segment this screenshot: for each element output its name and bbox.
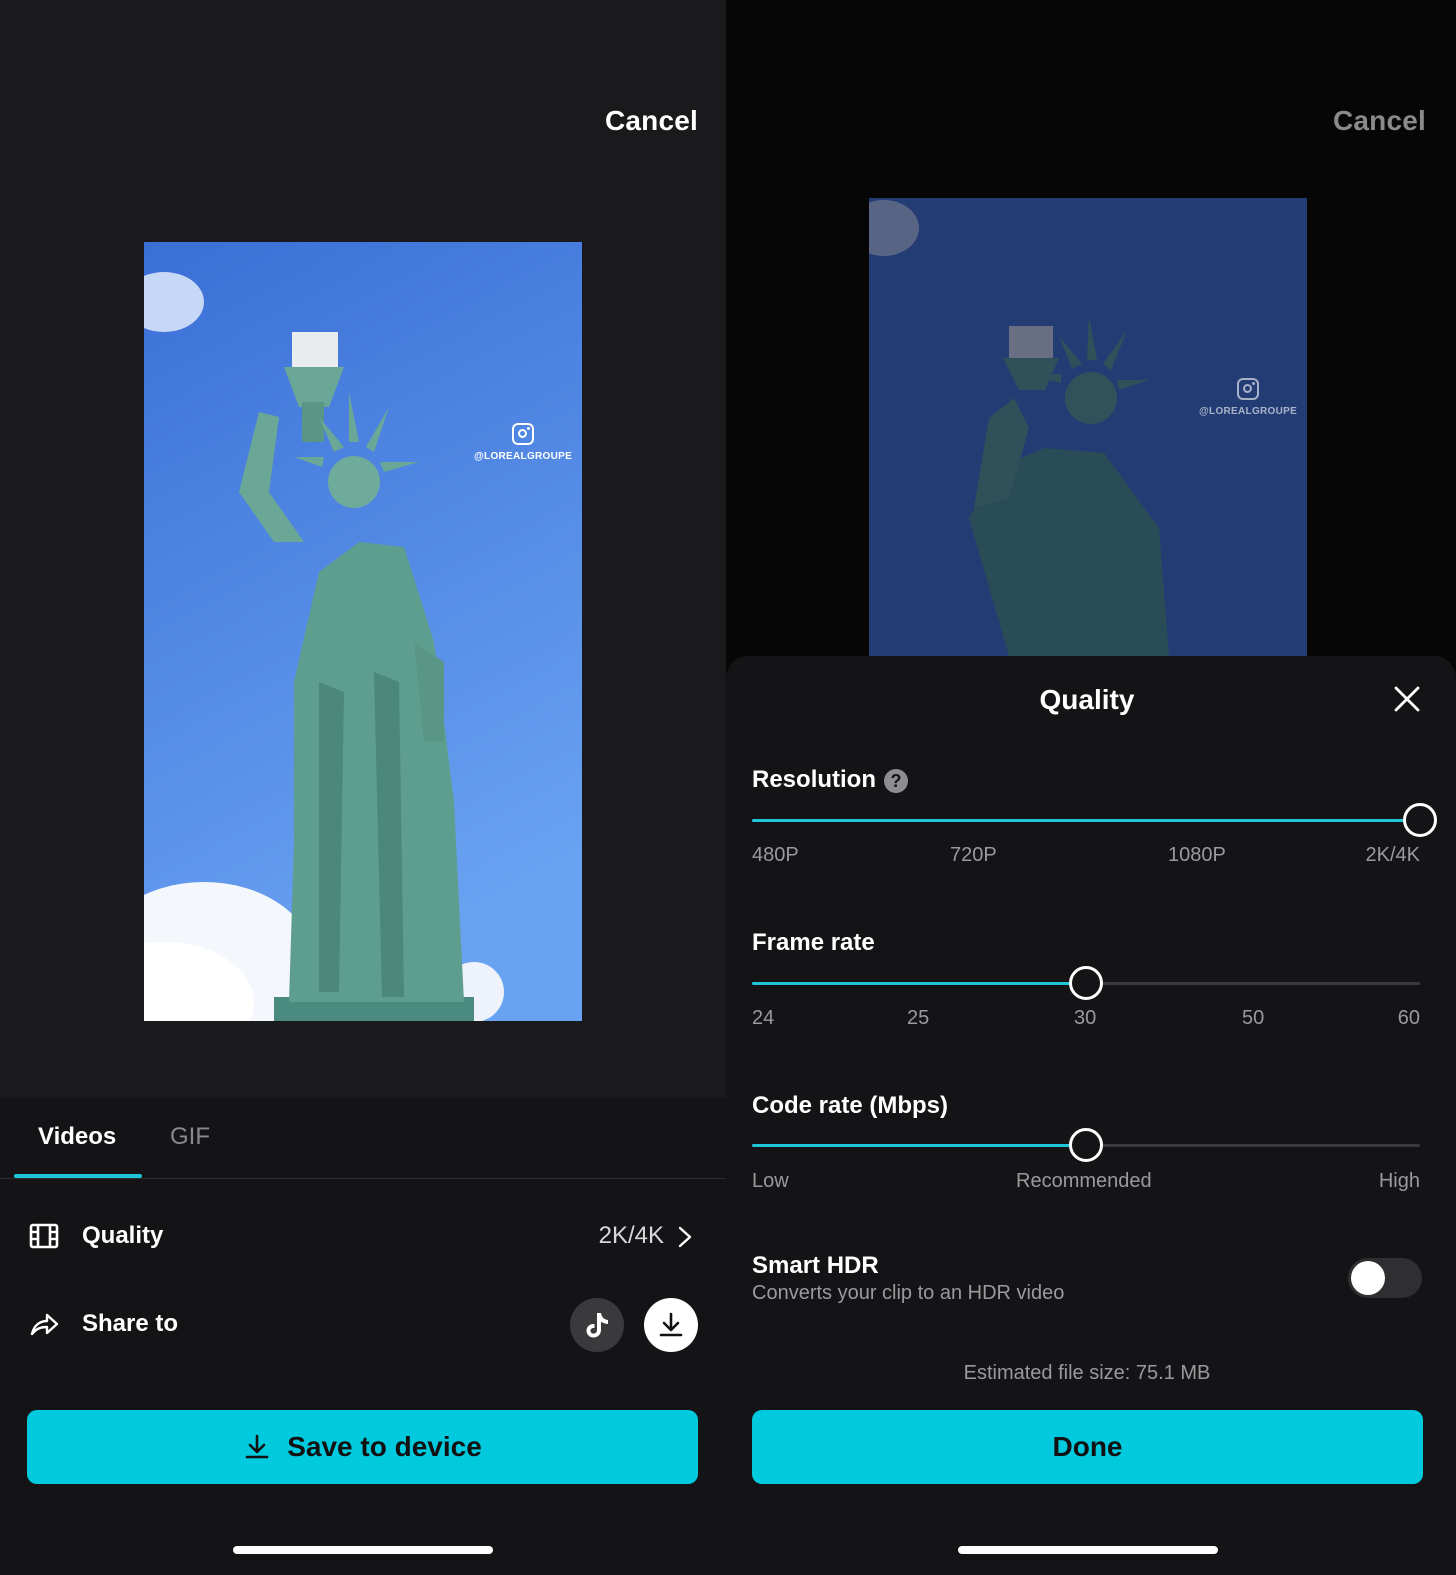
resolution-label: Resolution [752, 766, 876, 793]
instagram-watermark: @LOREALGROUPE [474, 423, 572, 462]
frame-rate-slider[interactable] [752, 966, 1420, 1000]
tick-label[interactable]: High [1379, 1170, 1420, 1193]
frame-rate-ticks: 24 25 30 50 60 [752, 1007, 1420, 1037]
smart-hdr-toggle[interactable] [1348, 1258, 1422, 1298]
help-icon[interactable]: ? [884, 768, 908, 793]
tick-label[interactable]: 2K/4K [1366, 844, 1420, 867]
cancel-button[interactable]: Cancel [605, 105, 698, 137]
tick-label[interactable]: Low [752, 1170, 789, 1193]
smart-hdr-description: Converts your clip to an HDR video [752, 1282, 1065, 1304]
preview-dim-overlay [869, 198, 1307, 656]
home-indicator[interactable] [958, 1546, 1218, 1554]
code-rate-slider[interactable] [752, 1128, 1420, 1162]
slider-fill [752, 982, 1086, 985]
quality-settings-screen: Cancel @LOREALGROUPE Quality Resolution? [726, 0, 1456, 1575]
watermark-handle: @LOREALGROUPE [474, 451, 573, 462]
share-tiktok-button[interactable] [570, 1298, 624, 1352]
done-button-label: Done [1052, 1431, 1123, 1462]
save-to-device-button[interactable]: Save to device [27, 1410, 698, 1484]
share-download-button[interactable] [644, 1298, 698, 1352]
instagram-icon [512, 423, 535, 445]
slider-fill [752, 1144, 1086, 1147]
tick-label[interactable]: 720P [950, 844, 997, 867]
quality-label: Quality [82, 1222, 164, 1249]
share-arrow-icon [30, 1313, 59, 1336]
save-button-label: Save to device [287, 1431, 482, 1462]
statue-of-liberty-image [144, 242, 582, 1021]
tick-label[interactable]: 24 [752, 1007, 774, 1030]
done-button[interactable]: Done [752, 1410, 1423, 1484]
resolution-title: Resolution? [752, 766, 908, 794]
frame-rate-title: Frame rate [752, 929, 875, 956]
export-screen: Cancel @LOREALGROUPE Videos GIF Quality … [0, 0, 726, 1575]
home-indicator[interactable] [233, 1546, 493, 1554]
chevron-right-icon [678, 1226, 692, 1248]
tab-videos[interactable]: Videos [38, 1123, 116, 1151]
tick-label[interactable]: 25 [907, 1007, 929, 1030]
code-rate-ticks: Low Recommended High [752, 1170, 1420, 1200]
film-icon [29, 1223, 59, 1249]
share-label: Share to [82, 1310, 179, 1337]
cancel-button: Cancel [1332, 105, 1426, 136]
tick-label[interactable]: Recommended [1016, 1170, 1152, 1193]
tick-label[interactable]: 30 [1074, 1007, 1096, 1030]
instagram-watermark: @LOREALGROUPE [1199, 378, 1297, 417]
smart-hdr-title: Smart HDR [752, 1252, 879, 1279]
video-preview-dimmed: @LOREALGROUPE [869, 198, 1307, 656]
tiktok-icon [586, 1313, 608, 1338]
slider-fill [752, 819, 1420, 822]
slider-thumb[interactable] [1403, 803, 1437, 837]
tick-label[interactable]: 480P [752, 844, 799, 867]
quality-value: 2K/4K [598, 1222, 664, 1249]
toggle-knob [1351, 1261, 1385, 1295]
tick-label[interactable]: 1080P [1168, 844, 1226, 867]
code-rate-title: Code rate (Mbps) [752, 1092, 949, 1119]
slider-thumb[interactable] [1069, 966, 1103, 1000]
tab-gif[interactable]: GIF [170, 1123, 210, 1151]
download-icon [245, 1434, 269, 1459]
download-icon [659, 1312, 683, 1337]
watermark-handle: @LOREALGROUPE [1199, 406, 1298, 417]
export-tabs: Videos GIF [0, 1098, 726, 1179]
resolution-ticks: 480P 720P 1080P 2K/4K [752, 844, 1420, 874]
instagram-icon [1237, 378, 1260, 400]
resolution-slider[interactable] [752, 803, 1437, 837]
estimated-file-size: Estimated file size: 75.1 MB [963, 1362, 1211, 1384]
sheet-title: Quality [1039, 684, 1135, 715]
slider-thumb[interactable] [1069, 1128, 1103, 1162]
tick-label[interactable]: 50 [1242, 1007, 1264, 1030]
quality-row[interactable]: Quality 2K/4K [0, 1206, 726, 1266]
export-options-panel: Videos GIF Quality 2K/4K Share to [0, 1098, 726, 1575]
tick-label[interactable]: 60 [1398, 1007, 1420, 1030]
active-tab-indicator [14, 1174, 142, 1178]
close-icon[interactable] [1392, 684, 1422, 714]
video-preview: @LOREALGROUPE [144, 242, 582, 1021]
